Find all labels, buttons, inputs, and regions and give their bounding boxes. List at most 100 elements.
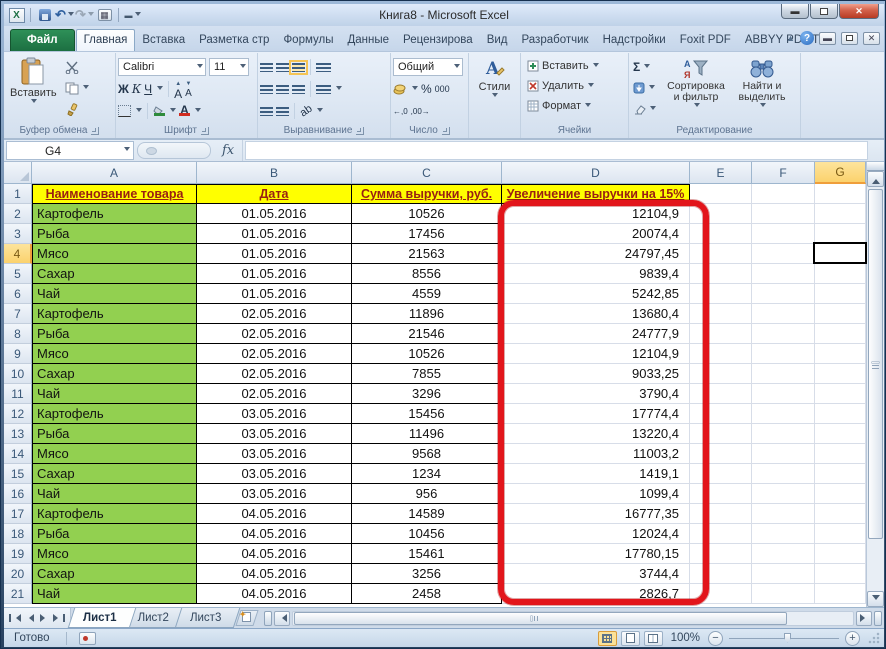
copy-button[interactable] (63, 79, 91, 97)
revenue-cell[interactable]: 10526 (352, 344, 502, 364)
column-header-c[interactable]: C (352, 162, 502, 184)
ribbon-tab[interactable]: Вставка (135, 30, 192, 51)
row-number[interactable]: 17 (4, 504, 32, 524)
active-cell-G4[interactable] (813, 242, 867, 264)
find-select-caret[interactable] (760, 103, 766, 110)
product-cell[interactable]: Мясо (32, 344, 197, 364)
column-header-e[interactable]: E (690, 162, 752, 184)
percent-style-button[interactable]: % (421, 82, 432, 96)
window-minimize-icon[interactable]: ▬ (819, 31, 836, 45)
empty-cell[interactable] (752, 204, 815, 224)
ribbon-tab[interactable]: Рецензирова (396, 30, 480, 51)
product-cell[interactable]: Рыба (32, 224, 197, 244)
date-cell[interactable]: 04.05.2016 (197, 524, 352, 544)
zoom-in-button[interactable]: + (845, 630, 860, 646)
product-cell[interactable]: Мясо (32, 244, 197, 264)
minimize-button[interactable]: ▬ (781, 4, 809, 19)
empty-cell[interactable] (752, 504, 815, 524)
revenue-cell[interactable]: 15461 (352, 544, 502, 564)
date-cell[interactable]: 01.05.2016 (197, 204, 352, 224)
page-layout-view-button[interactable] (620, 630, 640, 646)
column-header-a[interactable]: A (32, 162, 197, 184)
empty-cell[interactable] (815, 184, 866, 204)
styles-button[interactable]: A Стили (475, 55, 515, 123)
product-cell[interactable]: Рыба (32, 424, 197, 444)
date-cell[interactable]: 02.05.2016 (197, 384, 352, 404)
column-header-g[interactable]: G (815, 162, 866, 184)
row-number[interactable]: 16 (4, 484, 32, 504)
header-cell-sum[interactable]: Сумма выручки, руб. (352, 184, 502, 204)
styles-caret[interactable] (492, 93, 499, 100)
empty-cell[interactable] (752, 384, 815, 404)
row-number[interactable]: 14 (4, 444, 32, 464)
date-cell[interactable]: 03.05.2016 (197, 464, 352, 484)
align-right-icon[interactable] (292, 84, 305, 94)
row-number[interactable]: 7 (4, 304, 32, 324)
collapse-ribbon-icon[interactable]: ▲ (786, 33, 795, 43)
horizontal-scrollbar[interactable] (262, 608, 884, 628)
date-cell[interactable]: 03.05.2016 (197, 404, 352, 424)
date-cell[interactable]: 04.05.2016 (197, 544, 352, 564)
empty-cell[interactable] (752, 464, 815, 484)
revenue-cell[interactable]: 10456 (352, 524, 502, 544)
empty-cell[interactable] (752, 244, 815, 264)
cut-button[interactable] (63, 58, 91, 76)
revenue-cell[interactable]: 21546 (352, 324, 502, 344)
revenue-cell[interactable]: 10526 (352, 204, 502, 224)
empty-cell[interactable] (815, 284, 866, 304)
window-restore-icon[interactable] (841, 31, 858, 45)
product-cell[interactable]: Картофель (32, 204, 197, 224)
expand-formula-bar-icon[interactable] (870, 140, 884, 161)
column-header-f[interactable]: F (752, 162, 815, 184)
autosum-button[interactable]: Σ (631, 58, 661, 76)
empty-cell[interactable] (752, 444, 815, 464)
revenue-cell[interactable]: 14589 (352, 504, 502, 524)
product-cell[interactable]: Чай (32, 384, 197, 404)
header-cell-date[interactable]: Дата (197, 184, 352, 204)
revenue-cell[interactable]: 9568 (352, 444, 502, 464)
empty-cell[interactable] (752, 184, 815, 204)
align-center-icon[interactable] (276, 84, 289, 94)
product-cell[interactable]: Сахар (32, 464, 197, 484)
format-cells-button[interactable]: Формат (525, 97, 626, 115)
empty-cell[interactable] (815, 564, 866, 584)
product-cell[interactable]: Рыба (32, 524, 197, 544)
normal-view-button[interactable] (597, 630, 617, 646)
revenue-cell[interactable]: 3256 (352, 564, 502, 584)
underline-caret[interactable] (157, 85, 164, 93)
row-number[interactable]: 3 (4, 224, 32, 244)
fill-button[interactable] (631, 79, 661, 97)
merge-center-icon[interactable] (316, 84, 331, 94)
scroll-down-arrow[interactable] (867, 591, 884, 607)
comma-style-button[interactable]: 000 (435, 84, 450, 94)
empty-cell[interactable] (752, 424, 815, 444)
next-sheet-button[interactable] (38, 612, 51, 625)
product-cell[interactable]: Мясо (32, 544, 197, 564)
empty-cell[interactable] (815, 484, 866, 504)
product-cell[interactable]: Сахар (32, 364, 197, 384)
row-number[interactable]: 21 (4, 584, 32, 604)
empty-cell[interactable] (815, 444, 866, 464)
row-number[interactable]: 11 (4, 384, 32, 404)
empty-cell[interactable] (752, 524, 815, 544)
tab-split-handle[interactable] (264, 610, 273, 626)
empty-cell[interactable] (815, 344, 866, 364)
empty-cell[interactable] (815, 544, 866, 564)
fill-color-button[interactable] (153, 106, 165, 116)
revenue-cell[interactable]: 3296 (352, 384, 502, 404)
currency-caret[interactable] (412, 85, 418, 93)
revenue-cell[interactable]: 8556 (352, 264, 502, 284)
formula-input[interactable] (245, 141, 868, 160)
revenue-cell[interactable]: 11896 (352, 304, 502, 324)
currency-icon[interactable] (393, 83, 407, 95)
ribbon-tab[interactable]: Данные (340, 30, 396, 51)
date-cell[interactable]: 01.05.2016 (197, 244, 352, 264)
revenue-cell[interactable]: 17456 (352, 224, 502, 244)
wrap-text-icon[interactable] (316, 62, 331, 72)
paste-button[interactable]: Вставить (6, 55, 61, 123)
empty-cell[interactable] (815, 304, 866, 324)
decrease-indent-icon[interactable] (260, 106, 273, 116)
fill-color-caret[interactable] (170, 107, 176, 115)
row-number[interactable]: 8 (4, 324, 32, 344)
row-number[interactable]: 9 (4, 344, 32, 364)
